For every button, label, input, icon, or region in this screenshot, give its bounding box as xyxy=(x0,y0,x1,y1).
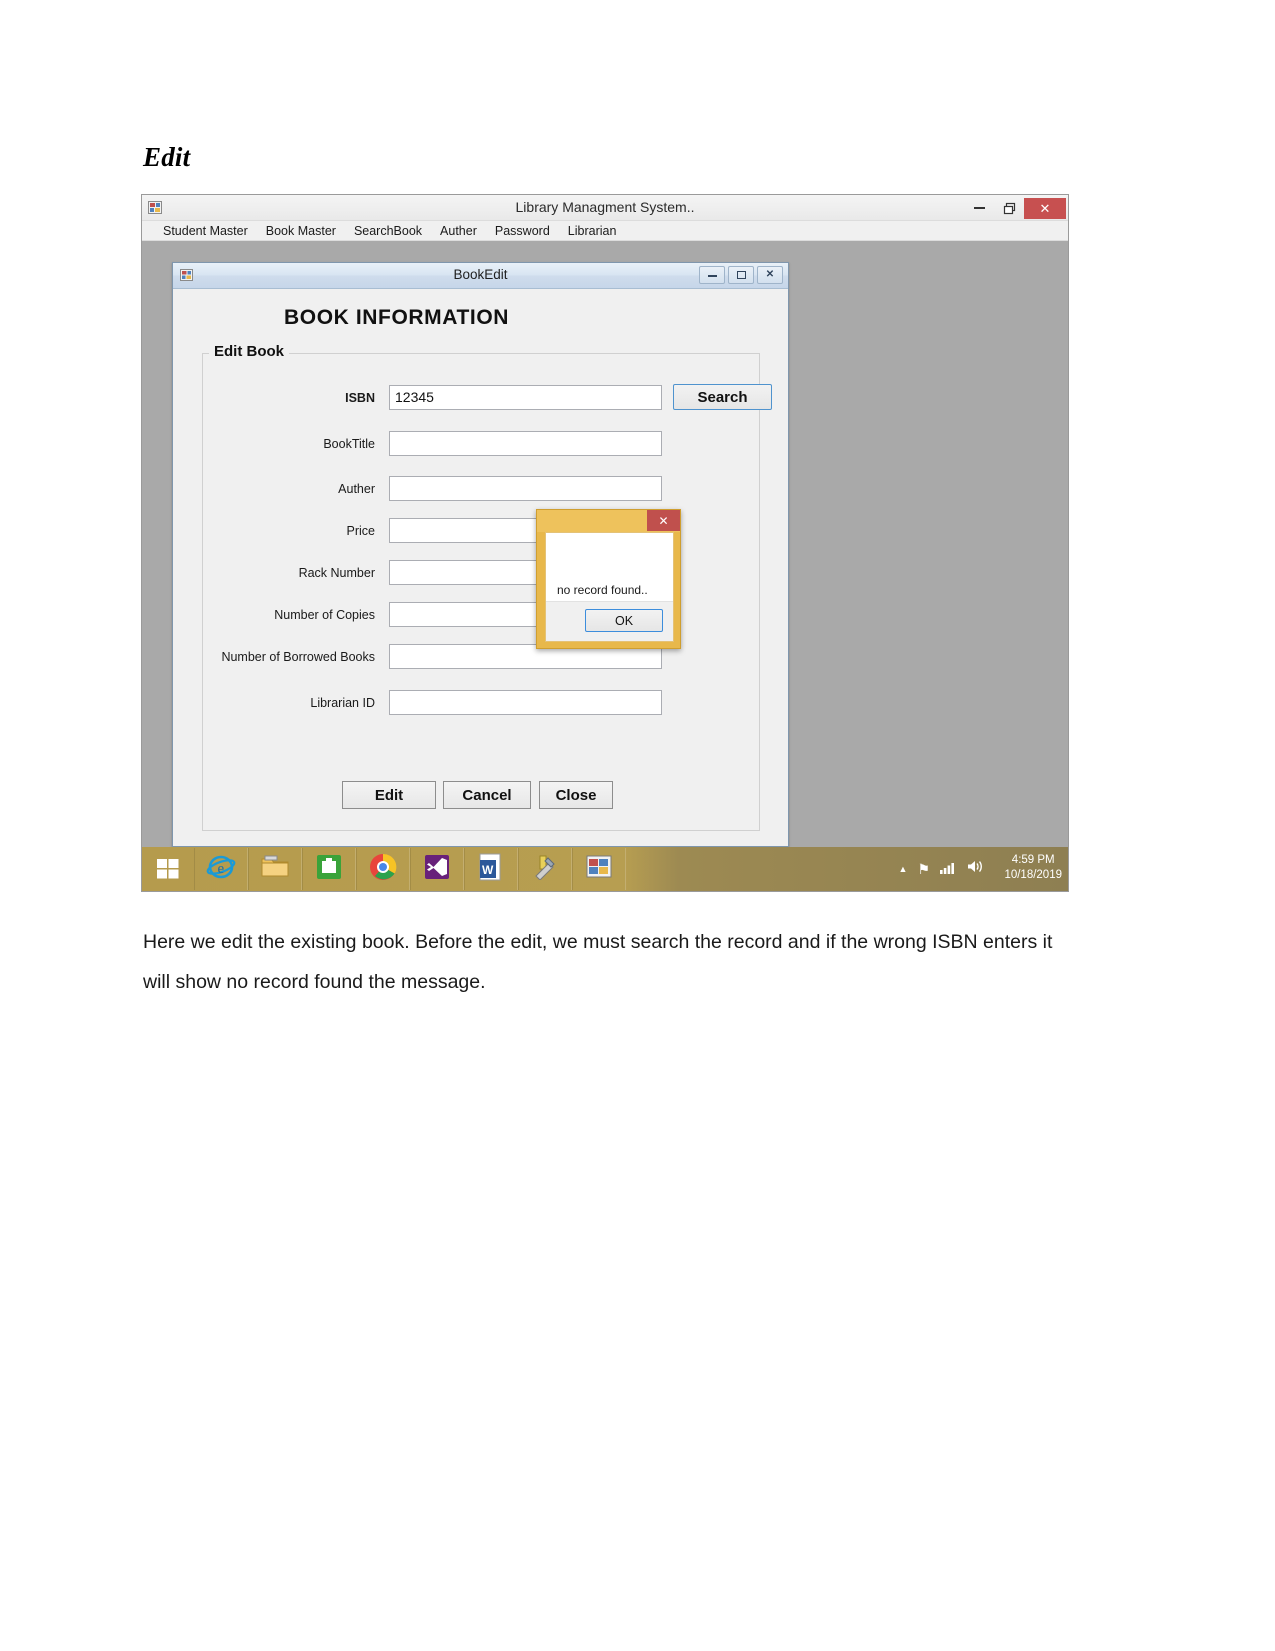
menu-item-student-master[interactable]: Student Master xyxy=(154,224,257,238)
taskbar-item-tools[interactable] xyxy=(518,848,572,890)
label-rack-number: Rack Number xyxy=(298,566,375,580)
page-title: Edit xyxy=(143,142,191,172)
store-icon xyxy=(316,854,342,885)
message-box-titlebar: ✕ xyxy=(537,510,680,532)
file-explorer-icon xyxy=(260,854,290,885)
search-button[interactable]: Search xyxy=(673,384,772,410)
no-record-message-box: ✕ no record found.. OK xyxy=(536,509,681,649)
clock-date: 10/18/2019 xyxy=(1004,869,1062,881)
book-edit-body: BOOK INFORMATION Edit Book ISBN 12345 Se… xyxy=(173,289,788,846)
message-box-close-button[interactable]: ✕ xyxy=(647,510,680,531)
menu-item-book-master[interactable]: Book Master xyxy=(257,224,345,238)
show-hidden-icons-icon[interactable]: ▲ xyxy=(899,864,908,874)
booktitle-input[interactable] xyxy=(389,431,662,456)
system-tray: ▲ ⚑ xyxy=(899,859,984,879)
label-number-of-copies: Number of Copies xyxy=(274,608,375,622)
menu-item-search-book[interactable]: SearchBook xyxy=(345,224,431,238)
isbn-input[interactable]: 12345 xyxy=(389,385,662,410)
clock-time: 4:59 PM xyxy=(1011,854,1055,866)
mdi-client-area: BookEdit ✕ BOOK INFORMATION Edit Book IS… xyxy=(142,241,1068,847)
message-box-footer: OK xyxy=(546,601,673,641)
svg-text:W: W xyxy=(482,863,494,877)
library-app-icon xyxy=(586,855,612,884)
child-minimize-button[interactable] xyxy=(699,266,725,284)
volume-icon[interactable] xyxy=(967,859,984,879)
menu-item-librarian[interactable]: Librarian xyxy=(559,224,626,238)
edit-button[interactable]: Edit xyxy=(342,781,436,809)
network-signal-icon[interactable] xyxy=(940,860,957,879)
flag-action-center-icon[interactable]: ⚑ xyxy=(917,861,930,878)
taskbar-item-visual-studio[interactable] xyxy=(410,848,464,890)
label-auther: Auther xyxy=(338,482,375,496)
windows-taskbar: e W ▲ ⚑ 4:59 PM 10/18/2019 xyxy=(142,847,1068,891)
groupbox-label: Edit Book xyxy=(209,343,289,360)
close-icon: ✕ xyxy=(765,269,775,280)
microsoft-word-icon: W xyxy=(478,853,504,886)
svg-text:e: e xyxy=(218,861,225,877)
book-edit-title: BookEdit xyxy=(453,267,508,282)
parent-window-title: Library Managment System.. xyxy=(515,199,695,215)
message-box-body: no record found.. OK xyxy=(545,532,674,642)
label-librarian-id: Librarian ID xyxy=(310,696,375,710)
minimize-button[interactable] xyxy=(964,197,994,219)
label-booktitle: BookTitle xyxy=(323,437,375,451)
taskbar-item-file-explorer[interactable] xyxy=(248,848,302,890)
internet-explorer-icon: e xyxy=(206,852,236,887)
parent-window-titlebar[interactable]: Library Managment System.. ✕ xyxy=(142,195,1068,221)
body-paragraph: Here we edit the existing book. Before t… xyxy=(143,931,1053,993)
visual-studio-icon xyxy=(424,854,450,885)
taskbar-item-library-app[interactable] xyxy=(572,848,626,890)
close-button[interactable]: ✕ xyxy=(1024,197,1066,219)
taskbar-item-microsoft-word[interactable]: W xyxy=(464,848,518,890)
cancel-button[interactable]: Cancel xyxy=(443,781,531,809)
child-maximize-button[interactable] xyxy=(728,266,754,284)
document-page: Edit Library Managment System.. ✕ Studen… xyxy=(0,0,1275,1651)
label-number-of-borrowed-books: Number of Borrowed Books xyxy=(221,650,375,664)
parent-window-controls: ✕ xyxy=(964,197,1066,219)
windows-start-icon[interactable] xyxy=(142,847,194,891)
parent-menu-strip: Student Master Book Master SearchBook Au… xyxy=(142,221,1068,241)
form-heading: BOOK INFORMATION xyxy=(284,306,510,329)
label-isbn: ISBN xyxy=(345,391,375,405)
book-edit-window: BookEdit ✕ BOOK INFORMATION Edit Book IS… xyxy=(172,262,789,847)
close-form-button[interactable]: Close xyxy=(539,781,613,809)
message-box-text: no record found.. xyxy=(557,583,648,597)
google-chrome-icon xyxy=(369,853,397,886)
taskbar-clock[interactable]: 4:59 PM 10/18/2019 xyxy=(1004,853,1062,883)
child-close-button[interactable]: ✕ xyxy=(757,266,783,284)
tools-icon xyxy=(532,854,558,885)
taskbar-item-store[interactable] xyxy=(302,848,356,890)
taskbar-item-google-chrome[interactable] xyxy=(356,848,410,890)
menu-item-password[interactable]: Password xyxy=(486,224,559,238)
librarian-id-input[interactable] xyxy=(389,690,662,715)
taskbar-item-internet-explorer[interactable]: e xyxy=(194,848,248,890)
maximize-restore-button[interactable] xyxy=(994,197,1024,219)
screenshot-image: Library Managment System.. ✕ Student Mas… xyxy=(141,194,1069,892)
message-box-ok-button[interactable]: OK xyxy=(585,609,663,632)
auther-input[interactable] xyxy=(389,476,662,501)
book-edit-titlebar[interactable]: BookEdit ✕ xyxy=(173,263,788,289)
menu-item-auther[interactable]: Auther xyxy=(431,224,486,238)
book-edit-window-controls: ✕ xyxy=(699,266,783,284)
label-price: Price xyxy=(346,524,375,538)
